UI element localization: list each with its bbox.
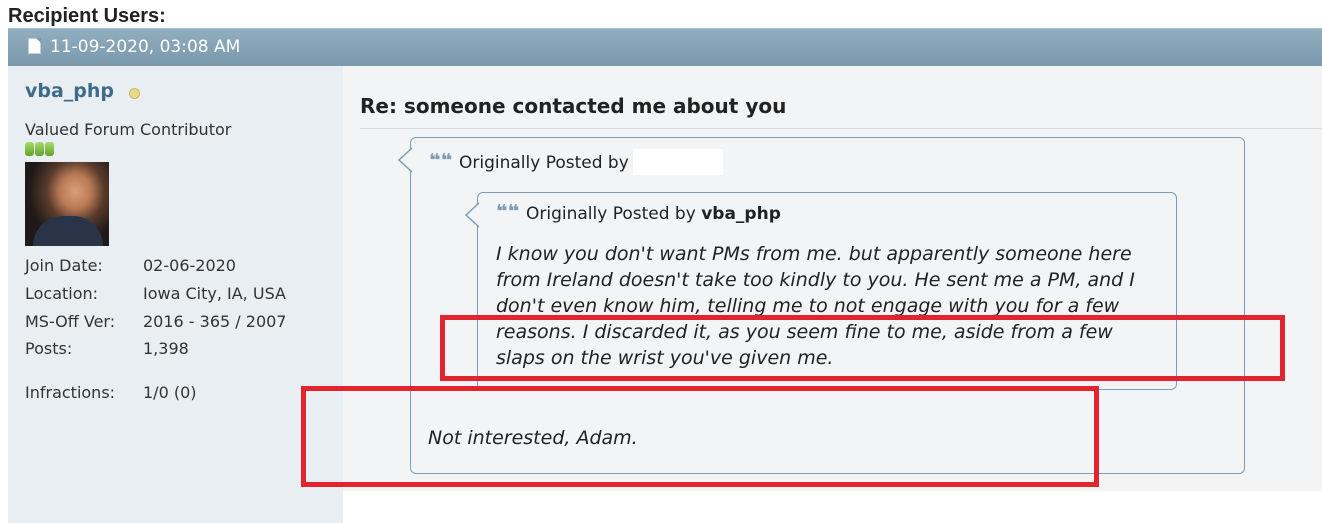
svg-text:❝❝: ❝❝	[496, 204, 519, 218]
stat-label: Infractions:	[25, 383, 116, 402]
redacted-author	[632, 149, 723, 175]
avatar[interactable]	[25, 162, 109, 246]
post-header-bar: 11-09-2020, 03:08 AM	[8, 28, 1322, 66]
quote-arrow-icon	[397, 147, 413, 173]
reputation-icon	[25, 142, 55, 156]
inner-quote-header: ❝❝ Originally Posted by vba_php	[496, 204, 781, 224]
outer-quote-header: ❝❝ Originally Posted by	[429, 149, 723, 175]
quote-prefix: Originally Posted by	[526, 204, 696, 224]
stat-label: Join Date:	[25, 256, 103, 275]
quote-line: I know you don't want PMs from me. but a…	[496, 243, 1132, 265]
stat-label: Posts:	[25, 339, 73, 358]
offline-status-icon	[129, 88, 140, 99]
document-icon	[28, 38, 41, 54]
quote-line: from Ireland doesn't take too kindly to …	[496, 269, 1135, 291]
post-title: Re: someone contacted me about you	[360, 94, 787, 118]
stat-value: 2016 - 365 / 2007	[143, 312, 287, 331]
username-link[interactable]: vba_php	[25, 80, 114, 102]
recipient-users-heading: Recipient Users:	[8, 5, 166, 27]
svg-text:❝❝: ❝❝	[429, 153, 452, 167]
title-divider	[360, 128, 1322, 129]
stat-label: Location:	[25, 284, 99, 303]
quote-marks-icon: ❝❝	[496, 204, 519, 218]
quote-arrow-icon	[464, 202, 480, 228]
stat-value: Iowa City, IA, USA	[143, 284, 286, 303]
stat-value: 1/0 (0)	[143, 383, 197, 402]
quote-author-link[interactable]: vba_php	[701, 204, 781, 224]
quote-marks-icon: ❝❝	[429, 153, 452, 167]
user-info-panel: vba_php Valued Forum Contributor Join Da…	[8, 66, 343, 523]
stat-value: 02-06-2020	[143, 256, 236, 275]
quote-prefix: Originally Posted by	[459, 153, 629, 173]
user-title: Valued Forum Contributor	[25, 120, 232, 139]
stat-value: 1,398	[143, 339, 189, 358]
red-highlight-box	[440, 315, 1285, 381]
red-highlight-box	[301, 386, 1099, 487]
post-date: 11-09-2020, 03:08 AM	[50, 37, 241, 57]
stat-label: MS-Off Ver:	[25, 312, 116, 331]
